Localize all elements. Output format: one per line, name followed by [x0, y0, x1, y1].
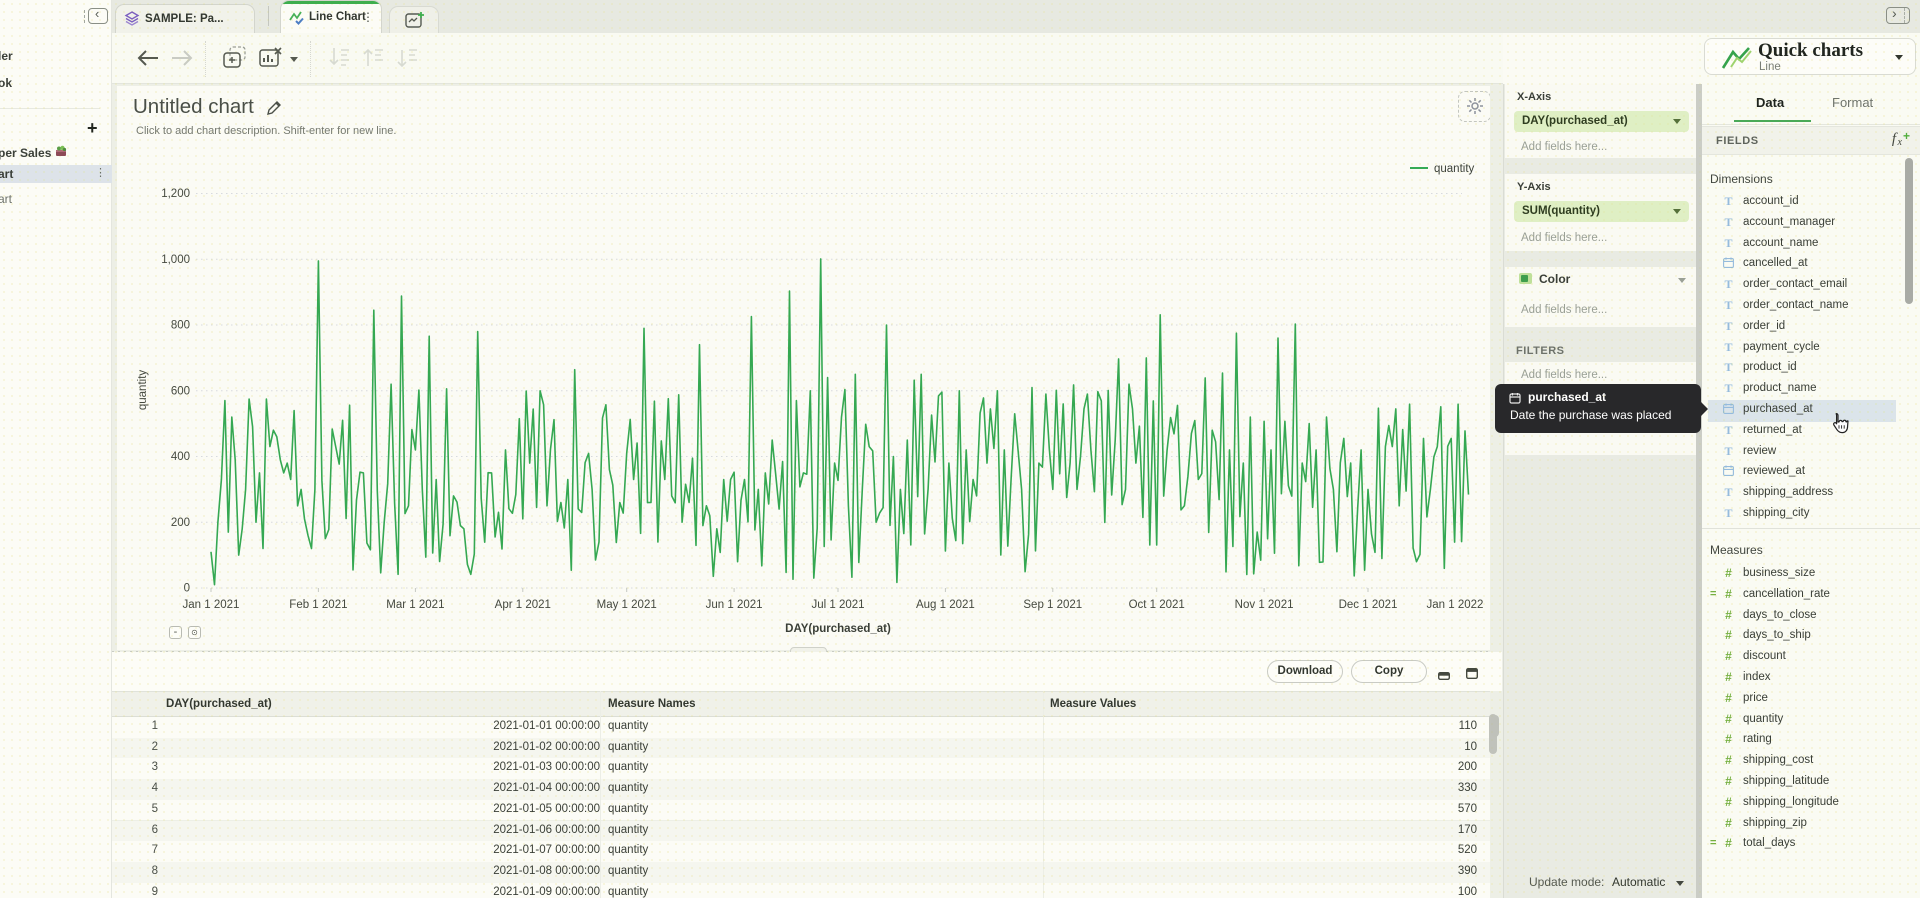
svg-text:Jul 1 2021: Jul 1 2021	[811, 599, 864, 611]
svg-text:Sep 1 2021: Sep 1 2021	[1023, 599, 1082, 611]
svg-text:Feb 1 2021: Feb 1 2021	[289, 599, 347, 611]
svg-text:Dec 1 2021: Dec 1 2021	[1339, 599, 1398, 611]
svg-text:400: 400	[171, 451, 190, 463]
svg-text:Nov 1 2021: Nov 1 2021	[1235, 599, 1294, 611]
svg-text:Mar 1 2021: Mar 1 2021	[386, 599, 444, 611]
svg-text:200: 200	[171, 517, 190, 529]
svg-text:DAY(purchased_at): DAY(purchased_at)	[785, 623, 891, 635]
svg-text:800: 800	[171, 320, 190, 332]
svg-text:quantity: quantity	[137, 370, 149, 411]
svg-text:Apr 1 2021: Apr 1 2021	[495, 599, 551, 611]
svg-text:1,200: 1,200	[161, 188, 190, 200]
svg-text:Aug 1 2021: Aug 1 2021	[916, 599, 975, 611]
svg-text:Jan 1 2022: Jan 1 2022	[1427, 599, 1484, 611]
svg-text:Jun 1 2021: Jun 1 2021	[706, 599, 763, 611]
svg-text:Jan 1 2021: Jan 1 2021	[183, 599, 240, 611]
svg-text:May 1 2021: May 1 2021	[597, 599, 657, 611]
svg-text:1,000: 1,000	[161, 254, 190, 266]
svg-text:Oct 1 2021: Oct 1 2021	[1129, 599, 1185, 611]
svg-text:600: 600	[171, 385, 190, 397]
svg-text:0: 0	[184, 583, 190, 595]
